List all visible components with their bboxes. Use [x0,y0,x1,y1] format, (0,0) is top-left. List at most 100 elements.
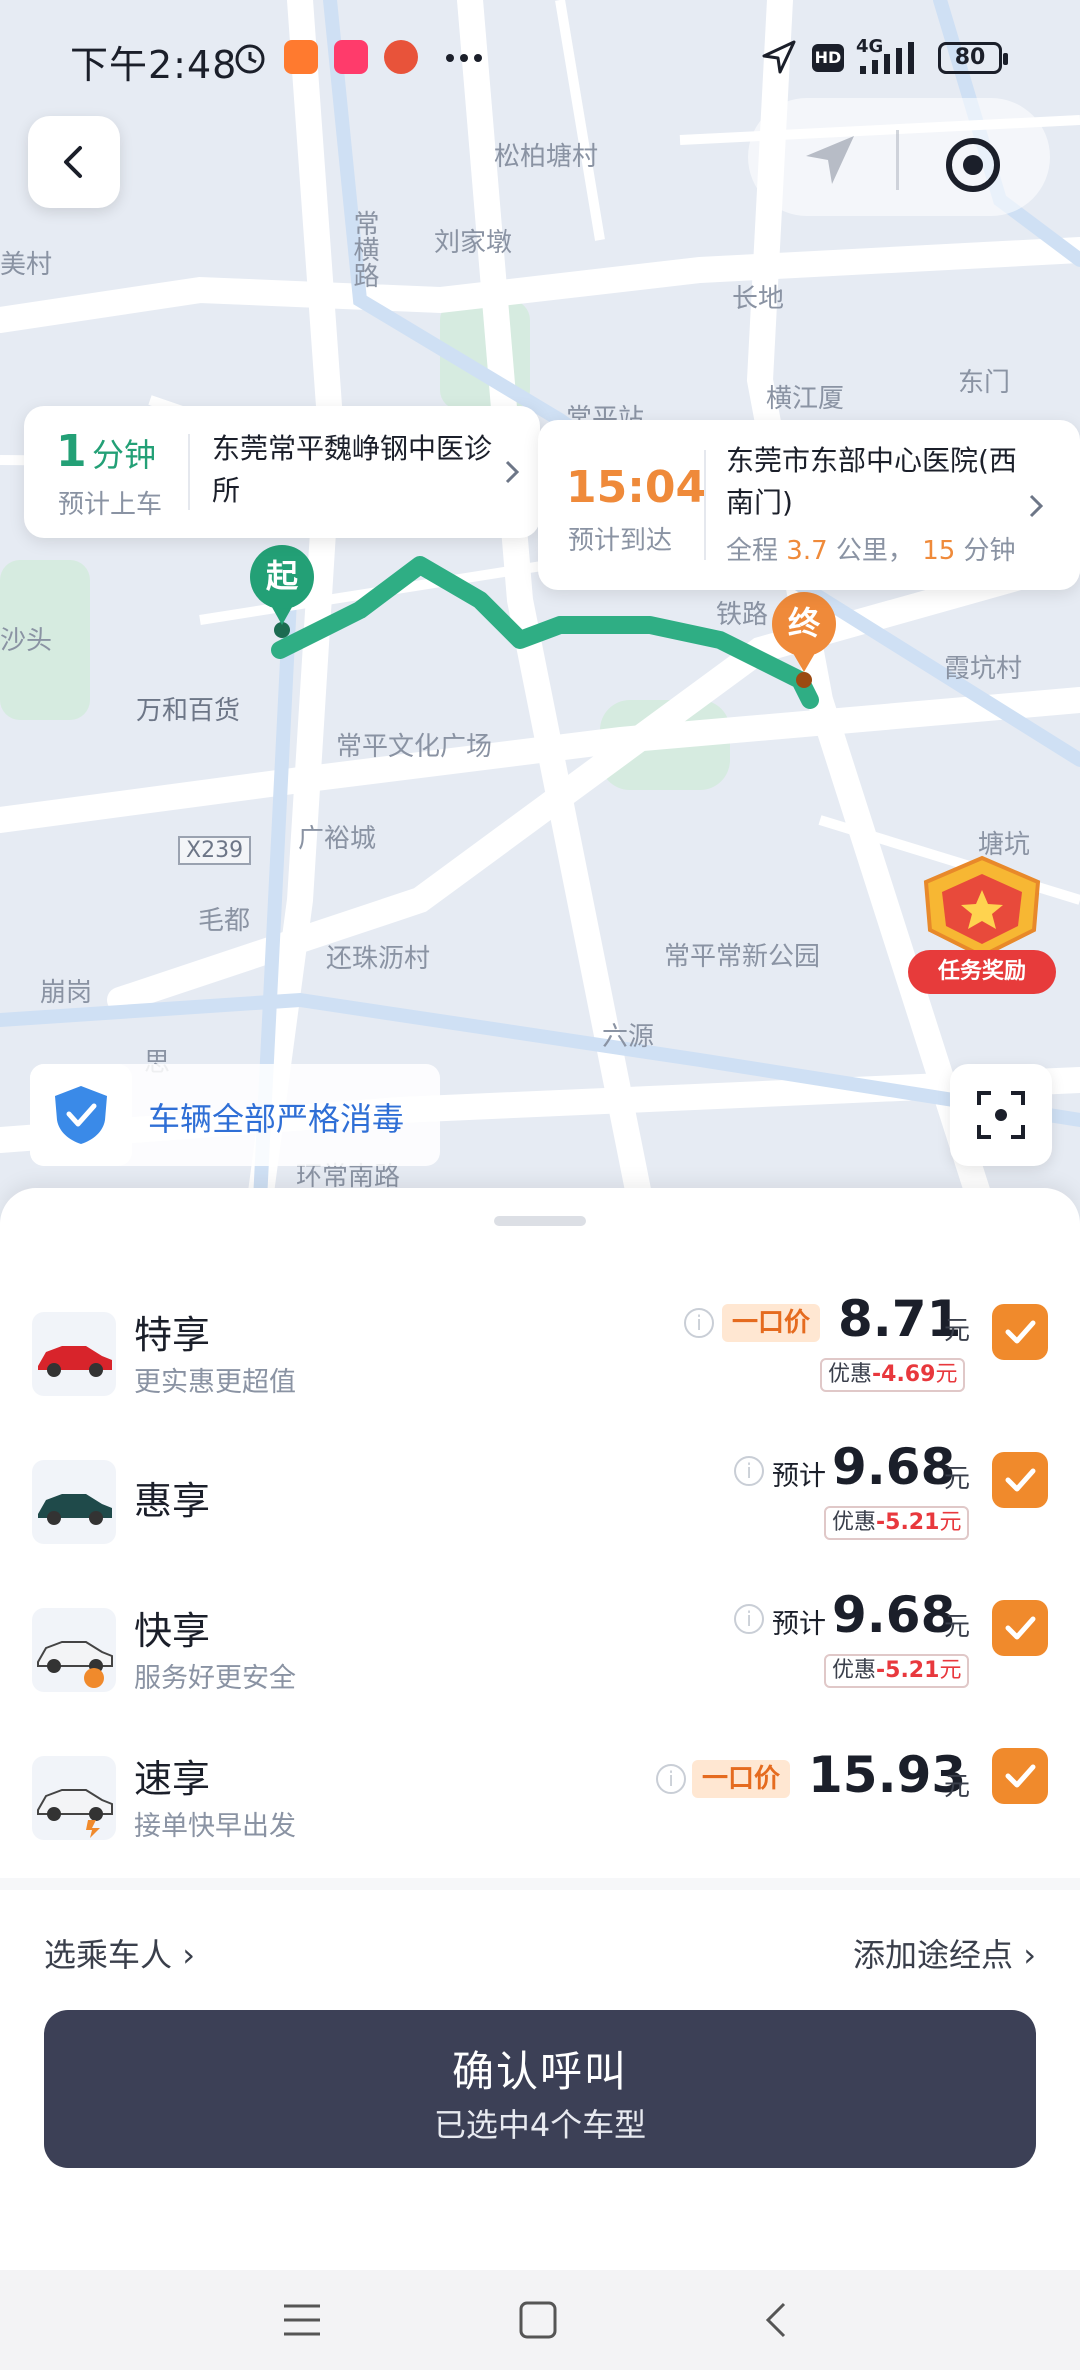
info-icon[interactable]: i [684,1308,714,1338]
alarm-icon [235,44,265,74]
car-option-checkbox[interactable] [992,1452,1048,1508]
signal-icon [860,42,914,74]
discount-badge: 优惠-5.21元 [824,1654,970,1688]
system-nav-bar [0,2270,1080,2370]
sanitize-text: 车辆全部严格消毒 [148,1100,405,1138]
car-option-checkbox[interactable] [992,1748,1048,1804]
map-label: 美村 [0,250,53,280]
car-price: 9.68 [832,1586,956,1644]
back-nav-icon[interactable] [760,2300,790,2340]
discount-badge: 优惠-4.69元 [820,1358,966,1392]
app-notification-icon [384,40,418,74]
task-reward-label: 任务奖励 [908,950,1056,994]
check-icon [1005,1320,1036,1344]
car-subtitle: 接单快早出发 [134,1811,296,1842]
sheet-handle[interactable] [494,1216,586,1226]
divider [704,450,706,560]
add-stop-link[interactable]: 添加途经点 › [853,1930,1036,1976]
taobao-app-icon [334,40,368,74]
info-icon[interactable]: i [734,1604,764,1634]
car-option-row[interactable]: 惠享 i 预计 9.68 元 优惠-5.21元 [0,1436,1080,1584]
map-label: 霞坑村 [944,654,1023,684]
car-thumbnail [32,1460,116,1544]
end-marker[interactable]: 终 [772,592,836,656]
chevron-left-icon [64,146,82,178]
road-number-badge: X239 [178,836,252,865]
map-label: 崩岗 [40,978,93,1008]
fixed-price-tag: 一口价 [692,1760,791,1798]
check-icon [1005,1764,1036,1788]
car-name: 惠享 [134,1479,211,1523]
menu-icon[interactable] [282,2302,322,2338]
car-option-row[interactable]: 快享 服务好更安全 i 预计 9.68 元 优惠-5.21元 [0,1584,1080,1732]
fixed-price-tag: 一口价 [722,1304,821,1342]
task-reward-button[interactable]: 任务奖励 [908,852,1056,1004]
car-subtitle: 服务好更安全 [134,1663,296,1694]
shopping-app-icon [284,40,318,74]
car-thumbnail [32,1312,116,1396]
select-passenger-link[interactable]: 选乘车人 › [44,1930,195,1976]
car-thumbnail [32,1608,116,1692]
price-unit: 元 [944,1316,971,1346]
confirm-call-button[interactable]: 确认呼叫 已选中4个车型 [44,2010,1036,2168]
map-controls-pill [748,98,1050,216]
car-option-row[interactable]: 速享 接单快早出发 i 一口价 15.93 元 [0,1732,1080,1880]
map-label: 东门 [958,368,1011,398]
estimate-tag: 预计 [772,1609,826,1640]
map-label: 沙头 [0,626,53,656]
car-option-row[interactable]: 特享 更实惠更超值 i 一口价 8.71 元 优惠-4.69元 [0,1288,1080,1436]
fit-view-button[interactable] [950,1064,1052,1166]
info-icon[interactable]: i [656,1764,686,1794]
home-icon[interactable] [518,2300,558,2340]
back-button[interactable] [28,116,120,208]
confirm-call-subtitle: 已选中4个车型 [433,2106,647,2144]
hd-icon: HD [812,44,844,72]
arrival-label: 预计到达 [568,526,673,556]
map-label: 广裕城 [298,824,377,854]
map-label: 长地 [732,284,785,314]
map-label: 铁路 [716,600,769,630]
check-icon [1005,1616,1036,1640]
price-unit: 元 [944,1772,971,1802]
destination-card[interactable]: 15:04 预计到达 东莞市东部中心医院(西南门) 全程 3.7 公里， 15 … [538,420,1080,590]
map-label: 横江厦 [766,384,845,414]
estimate-tag: 预计 [772,1461,826,1492]
shield-check-icon [55,1086,107,1144]
ride-options-sheet: 特享 更实惠更超值 i 一口价 8.71 元 优惠-4.69元 惠享 i 预计 … [0,1188,1080,2270]
car-option-checkbox[interactable] [992,1304,1048,1360]
price-unit: 元 [944,1464,971,1494]
car-price: 15.93 [808,1746,967,1804]
trip-summary: 全程 3.7 公里， 15 分钟 [726,536,1016,566]
reward-badge-icon [923,855,1041,959]
confirm-call-title: 确认呼叫 [451,2047,628,2096]
destination-location: 东莞市东部中心医院(西南门) [726,444,1017,519]
price-unit: 元 [944,1612,971,1642]
map-label: 常平文化广场 [336,732,493,762]
pickup-eta-label: 预计上车 [58,490,163,520]
map-label: 还珠沥村 [326,944,431,974]
status-time: 下午2:48 [70,43,238,87]
car-subtitle: 更实惠更超值 [134,1367,296,1398]
car-option-checkbox[interactable] [992,1600,1048,1656]
map-label: 刘家墩 [434,228,513,258]
check-icon [1005,1468,1036,1492]
location-arrow-icon [762,40,796,74]
car-name: 速享 [134,1757,211,1801]
navigation-arrow-icon[interactable] [800,130,860,190]
start-marker[interactable]: 起 [250,545,314,609]
more-notifications-icon [446,54,482,62]
car-price: 9.68 [832,1438,956,1496]
extra-options-row: 选乘车人 › 添加途经点 › [0,1878,1080,1988]
battery-icon: 80 [938,42,1008,74]
car-thumbnail [32,1756,116,1840]
chevron-right-icon: › [182,1936,195,1974]
chevron-right-icon: › [1023,1936,1036,1974]
trip-duration: 15 [922,536,956,566]
sanitize-badge[interactable]: 车辆全部严格消毒 [30,1064,440,1166]
divider [896,130,899,190]
info-icon[interactable]: i [734,1456,764,1486]
my-location-icon[interactable] [943,135,1003,195]
map-label: 毛都 [198,906,251,936]
pickup-card[interactable]: 1 分钟 预计上车 东莞常平魏峥钢中医诊所 [24,406,540,538]
trip-distance: 3.7 [786,536,828,566]
